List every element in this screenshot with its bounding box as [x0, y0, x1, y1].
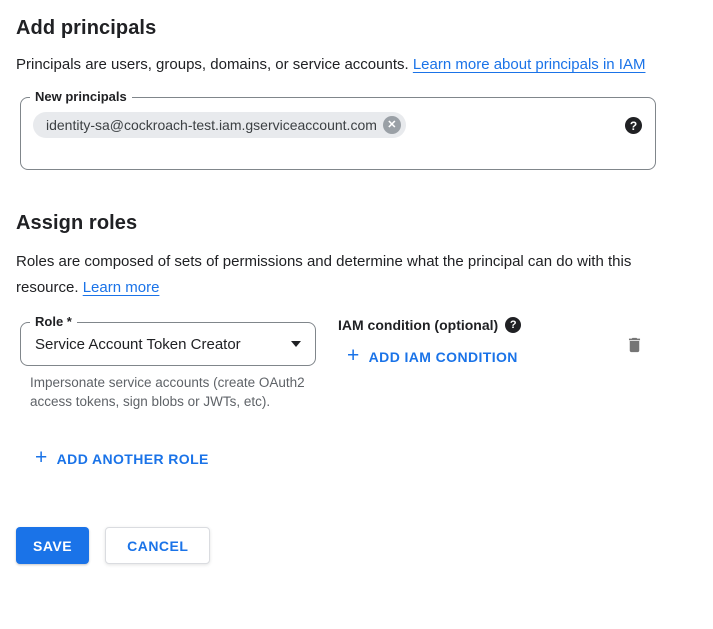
save-button[interactable]: SAVE [16, 527, 89, 564]
role-label: Role * [30, 314, 77, 329]
chip-remove-icon[interactable]: ✕ [383, 116, 401, 134]
dropdown-arrow-icon [291, 341, 301, 347]
new-principals-label: New principals [30, 89, 132, 104]
iam-condition-column: IAM condition (optional) ? + ADD IAM CON… [338, 322, 521, 368]
plus-icon: + [35, 447, 48, 468]
trash-icon [625, 344, 644, 359]
role-select[interactable]: Role * Service Account Token Creator [20, 322, 316, 366]
add-another-role-button[interactable]: + ADD ANOTHER ROLE [35, 448, 209, 469]
delete-role-button[interactable] [621, 330, 648, 360]
plus-icon: + [347, 345, 360, 366]
learn-more-roles-link[interactable]: Learn more [83, 279, 160, 296]
add-iam-condition-label: ADD IAM CONDITION [369, 349, 518, 365]
add-principals-panel: Add principals Principals are users, gro… [0, 16, 713, 564]
iam-condition-help-icon[interactable]: ? [505, 317, 521, 333]
delete-column [621, 322, 648, 361]
role-selected-value: Service Account Token Creator [35, 336, 241, 353]
learn-more-principals-link[interactable]: Learn more about principals in IAM [413, 56, 646, 73]
assign-roles-title: Assign roles [16, 211, 697, 235]
role-column: Role * Service Account Token Creator Imp… [20, 322, 316, 411]
iam-condition-label: IAM condition (optional) [338, 317, 498, 333]
role-helper-text: Impersonate service accounts (create OAu… [30, 374, 312, 411]
iam-condition-header: IAM condition (optional) ? [338, 317, 521, 333]
add-iam-condition-button[interactable]: + ADD IAM CONDITION [347, 346, 518, 367]
roles-description: Roles are composed of sets of permission… [16, 249, 666, 301]
principals-description: Principals are users, groups, domains, o… [16, 52, 666, 78]
add-another-role-label: ADD ANOTHER ROLE [57, 451, 209, 467]
principal-chip: identity-sa@cockroach-test.iam.gservicea… [33, 112, 406, 138]
action-buttons: SAVE CANCEL [16, 527, 697, 564]
page-title: Add principals [16, 16, 697, 40]
cancel-button[interactable]: CANCEL [105, 527, 210, 564]
principals-description-text: Principals are users, groups, domains, o… [16, 56, 413, 73]
new-principals-help-icon[interactable]: ? [625, 117, 642, 134]
role-row: Role * Service Account Token Creator Imp… [16, 322, 697, 411]
principal-chip-text: identity-sa@cockroach-test.iam.gservicea… [46, 117, 377, 133]
new-principals-field[interactable]: New principals identity-sa@cockroach-tes… [20, 97, 656, 170]
